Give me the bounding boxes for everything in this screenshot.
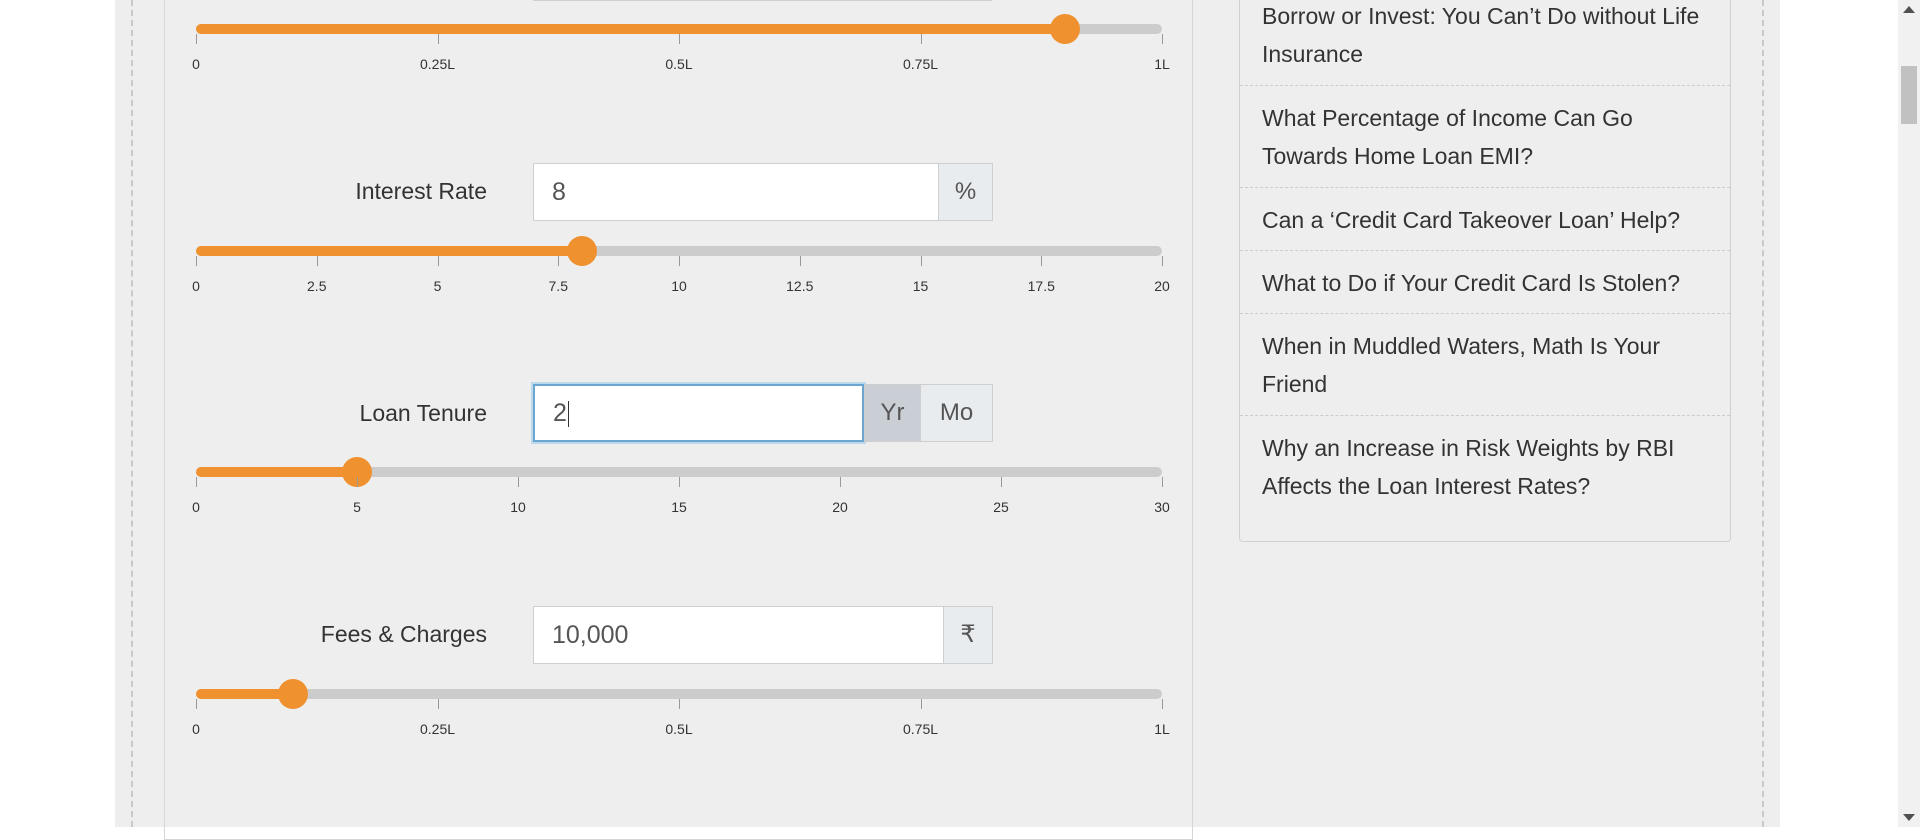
- slider-tick-label: 0.75L: [902, 56, 939, 72]
- fees-charges-slider[interactable]: [196, 679, 1162, 709]
- fees-charges-slider-handle[interactable]: [277, 679, 308, 709]
- slider-tick: [679, 477, 680, 487]
- slider-tick-label: 0: [192, 499, 200, 515]
- loan-amount-input[interactable]: [533, 0, 992, 1]
- article-divider: [1240, 415, 1730, 416]
- slider-tick-label: 0.75L: [902, 721, 939, 737]
- loan-tenure-slider[interactable]: [196, 457, 1162, 487]
- slider-tick-label: 10: [671, 278, 687, 294]
- slider-tick: [437, 34, 439, 44]
- interest-rate-input[interactable]: 8: [533, 163, 939, 221]
- article-link-rbi-risk-weights[interactable]: Why an Increase in Risk Weights by RBI A…: [1262, 429, 1702, 505]
- slider-tick: [1162, 477, 1163, 487]
- article-link-home-loan-emi[interactable]: What Percentage of Income Can Go Towards…: [1262, 99, 1702, 175]
- slider-tick: [679, 699, 680, 709]
- slider-tick-label: 0.5L: [665, 56, 693, 72]
- slider-tick-label: 17.5: [1027, 278, 1055, 294]
- page-scrollbar[interactable]: [1898, 0, 1920, 827]
- slider-tick: [799, 256, 801, 266]
- slider-tick: [840, 477, 841, 487]
- slider-tick-label: 1L: [1154, 721, 1170, 737]
- text-caret: [567, 401, 569, 428]
- scroll-up-arrow-icon[interactable]: [1903, 6, 1915, 13]
- scroll-down-arrow-icon[interactable]: [1903, 814, 1915, 821]
- slider-tick: [920, 34, 922, 44]
- slider-tick-label: 20: [1154, 278, 1170, 294]
- article-link-life-insurance[interactable]: Borrow or Invest: You Can’t Do without L…: [1262, 0, 1702, 73]
- loan-amount-slider[interactable]: [196, 14, 1162, 44]
- slider-tick: [196, 34, 197, 44]
- loan-tenure-input[interactable]: 2: [533, 384, 864, 442]
- slider-tick: [1041, 256, 1043, 266]
- slider-tick-label: 0: [192, 56, 200, 72]
- right-dashed-border: [1762, 0, 1764, 827]
- slider-tick-label: 10: [510, 499, 526, 515]
- article-divider: [1240, 313, 1730, 314]
- interest-rate-label: Interest Rate: [355, 178, 487, 204]
- slider-tick-label: 1L: [1154, 56, 1170, 72]
- slider-tick-label: 15: [912, 278, 929, 294]
- slider-tick: [679, 256, 680, 266]
- year-toggle-button[interactable]: Yr: [864, 384, 921, 442]
- slider-tick: [196, 477, 197, 487]
- scrollbar-thumb[interactable]: [1901, 66, 1917, 124]
- month-toggle-button[interactable]: Mo: [920, 384, 993, 442]
- slider-tick-label: 5: [433, 278, 442, 294]
- article-link-stolen-credit-card[interactable]: What to Do if Your Credit Card Is Stolen…: [1262, 264, 1702, 302]
- slider-tick-label: 25: [993, 499, 1009, 515]
- slider-tick: [1162, 699, 1163, 709]
- loan-tenure-label: Loan Tenure: [359, 400, 487, 426]
- loan-tenure-value: 2: [553, 399, 567, 427]
- article-divider: [1240, 187, 1730, 188]
- slider-tick: [437, 256, 439, 266]
- rupee-addon: ₹: [943, 606, 993, 664]
- percent-addon: %: [938, 163, 993, 221]
- slider-tick-label: 0: [192, 721, 200, 737]
- slider-tick-label: 0.25L: [419, 721, 456, 737]
- slider-tick: [357, 477, 358, 487]
- slider-tick: [1162, 34, 1163, 44]
- article-divider: [1240, 250, 1730, 251]
- loan-amount-slider-fill: [196, 24, 1066, 34]
- slider-tick: [558, 256, 560, 266]
- slider-tick-label: 15: [671, 499, 687, 515]
- slider-tick: [1162, 256, 1163, 266]
- slider-tick-label: 0: [192, 278, 200, 294]
- interest-rate-slider[interactable]: [196, 236, 1162, 266]
- fees-charges-label: Fees & Charges: [320, 621, 487, 647]
- article-divider: [1240, 85, 1730, 86]
- slider-tick-label: 0.25L: [419, 56, 456, 72]
- slider-tick-label: 5: [353, 499, 361, 515]
- slider-tick-label: 20: [832, 499, 848, 515]
- fees-charges-input[interactable]: 10,000: [533, 606, 944, 664]
- loan-tenure-slider-fill: [196, 467, 358, 477]
- slider-tick-label: 2.5: [307, 278, 327, 294]
- slider-tick: [920, 699, 922, 709]
- article-link-math-friend[interactable]: When in Muddled Waters, Math Is Your Fri…: [1262, 327, 1702, 403]
- slider-tick: [920, 256, 922, 266]
- slider-tick-label: 7.5: [548, 278, 568, 294]
- slider-tick: [679, 34, 680, 44]
- slider-tick: [437, 699, 439, 709]
- slider-tick-label: 12.5: [786, 278, 814, 294]
- slider-tick: [196, 699, 197, 709]
- slider-tick: [1001, 477, 1002, 487]
- article-link-credit-card-takeover[interactable]: Can a ‘Credit Card Takeover Loan’ Help?: [1262, 201, 1702, 239]
- slider-tick: [196, 256, 197, 266]
- left-dashed-border: [131, 0, 133, 827]
- slider-tick: [518, 477, 519, 487]
- interest-rate-slider-fill: [196, 246, 583, 256]
- slider-tick: [316, 256, 318, 266]
- slider-tick-label: 0.5L: [665, 721, 693, 737]
- slider-tick-label: 30: [1154, 499, 1170, 515]
